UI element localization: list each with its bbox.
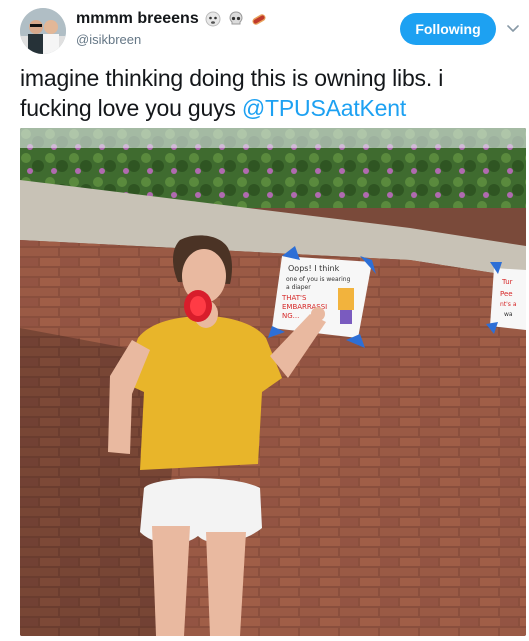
- sign-line-2: one of you is wearing: [286, 276, 351, 283]
- mention-link[interactable]: @TPUSAatKent: [242, 95, 406, 121]
- following-button[interactable]: Following: [400, 13, 496, 45]
- avatar[interactable]: [20, 8, 66, 54]
- photo: Oops! I think one of you is wearing a di…: [20, 128, 526, 636]
- tweet-header: mmmm breeens @isikbreen Following: [0, 0, 529, 56]
- sign-line-6: NG...: [282, 312, 299, 320]
- sign2-line-3: nt's a: [500, 301, 517, 308]
- avatar-photo: [20, 8, 66, 54]
- user-handle[interactable]: @isikbreen: [76, 32, 141, 47]
- sign-line-3: a diaper: [286, 284, 311, 291]
- name-row: mmmm breeens: [76, 10, 268, 28]
- sign-line-1: Oops! I think: [288, 264, 340, 273]
- tweet-text: imagine thinking doing this is owning li…: [20, 63, 520, 123]
- sign-line-4: THAT'S: [281, 294, 307, 302]
- hear-no-evil-icon: [204, 10, 222, 28]
- display-name[interactable]: mmmm breeens: [76, 10, 199, 28]
- sign2-line-2: Pee: [500, 290, 513, 298]
- sign2-line-1: Tur: [501, 278, 513, 286]
- hot-dog-icon: [250, 10, 268, 28]
- chevron-down-icon[interactable]: [505, 20, 521, 36]
- sign2-line-4: wa: [504, 311, 513, 318]
- tweet-photo[interactable]: Oops! I think one of you is wearing a di…: [20, 128, 526, 636]
- skull-icon: [227, 10, 245, 28]
